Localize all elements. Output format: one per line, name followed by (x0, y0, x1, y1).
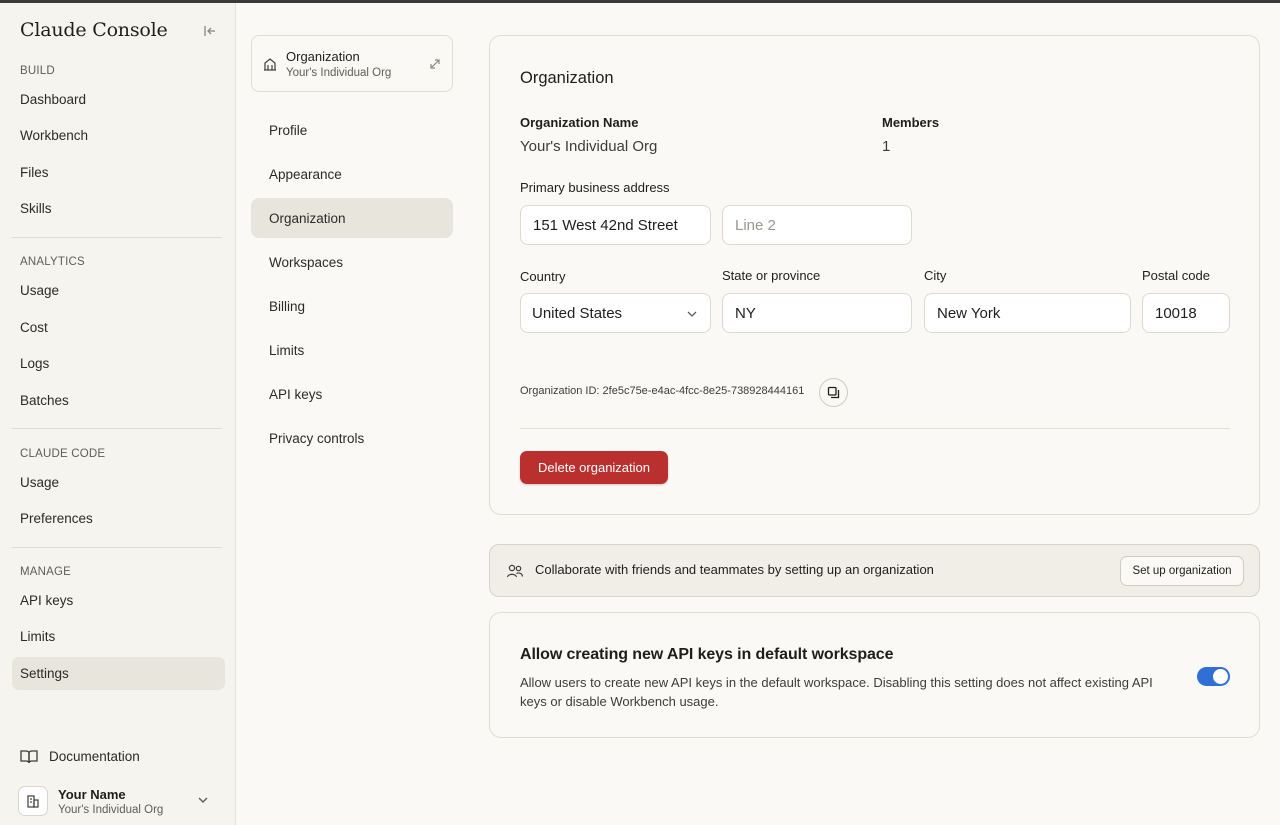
sidebar-item-workbench[interactable]: Workbench (12, 119, 225, 152)
country-select[interactable]: United States (520, 293, 711, 333)
sidebar-divider (12, 547, 222, 548)
users-icon (506, 564, 524, 578)
country-label: Country (520, 269, 566, 284)
org-switcher-subtitle: Your's Individual Org (286, 67, 392, 79)
collaborate-banner: Collaborate with friends and teammates b… (489, 544, 1260, 597)
section-label-claude-code: CLAUDE CODE (20, 448, 106, 460)
copy-icon (827, 386, 840, 399)
avatar (18, 786, 48, 816)
toggle-knob (1213, 669, 1228, 684)
user-menu[interactable]: Your Name Your's Individual Org (18, 782, 223, 820)
documentation-link[interactable]: Documentation (20, 745, 140, 767)
org-name-label: Organization Name (520, 115, 639, 130)
country-select-value: United States (532, 304, 623, 322)
organization-id: Organization ID: 2fe5c75e-e4ac-4fcc-8e25… (520, 385, 805, 397)
setup-organization-button[interactable]: Set up organization (1120, 556, 1244, 586)
chevron-down-icon (687, 311, 697, 317)
section-label-manage: MANAGE (20, 566, 72, 578)
settings-tab-profile[interactable]: Profile (251, 110, 453, 150)
org-switcher-title: Organization (286, 49, 360, 64)
building-icon (27, 795, 39, 808)
state-input[interactable] (722, 293, 912, 333)
documentation-label: Documentation (49, 748, 140, 764)
section-label-analytics: ANALYTICS (20, 256, 85, 268)
sidebar-item-cost[interactable]: Cost (12, 311, 225, 344)
members-value: 1 (882, 138, 891, 155)
sidebar-item-settings[interactable]: Settings (12, 657, 225, 690)
user-name: Your Name (58, 786, 126, 802)
state-label: State or province (722, 268, 821, 283)
sidebar-item-limits[interactable]: Limits (12, 620, 225, 653)
address-label: Primary business address (520, 180, 670, 195)
sidebar-item-api-keys[interactable]: API keys (12, 584, 225, 617)
settings-tab-privacy-controls[interactable]: Privacy controls (251, 418, 453, 458)
settings-tab-appearance[interactable]: Appearance (251, 154, 453, 194)
collapse-sidebar-icon[interactable] (203, 24, 217, 38)
api-keys-setting-card: Allow creating new API keys in default w… (489, 612, 1260, 738)
settings-tab-limits[interactable]: Limits (251, 330, 453, 370)
sidebar: Claude Console BUILD Dashboard Workbench… (0, 3, 236, 825)
api-setting-title: Allow creating new API keys in default w… (520, 646, 894, 663)
address-line2-input[interactable] (722, 205, 912, 245)
city-label: City (924, 268, 947, 283)
book-icon (20, 749, 38, 763)
api-setting-description: Allow users to create new API keys in th… (520, 675, 1153, 709)
city-input[interactable] (924, 293, 1131, 333)
banner-text: Collaborate with friends and teammates b… (535, 562, 934, 577)
sidebar-item-files[interactable]: Files (12, 156, 225, 189)
settings-tab-billing[interactable]: Billing (251, 286, 453, 326)
org-name-value: Your's Individual Org (520, 138, 658, 155)
sidebar-item-usage[interactable]: Usage (12, 274, 225, 307)
organization-card: Organization Organization Name Your's In… (489, 35, 1260, 515)
settings-tab-api-keys[interactable]: API keys (251, 374, 453, 414)
allow-api-keys-toggle[interactable] (1197, 667, 1230, 686)
address-line1-input[interactable] (520, 205, 711, 245)
postal-code-input[interactable] (1142, 293, 1230, 333)
org-switcher[interactable]: Organization Your's Individual Org (251, 35, 453, 92)
sidebar-item-dashboard[interactable]: Dashboard (12, 83, 225, 116)
brand-title: Claude Console (20, 19, 168, 41)
sidebar-item-batches[interactable]: Batches (12, 384, 225, 417)
section-label-build: BUILD (20, 65, 55, 77)
sidebar-divider (12, 428, 222, 429)
sidebar-item-skills[interactable]: Skills (12, 192, 225, 225)
chevron-down-icon (198, 797, 208, 803)
expand-icon (430, 59, 440, 69)
card-divider (520, 428, 1230, 429)
user-org: Your's Individual Org (58, 803, 164, 816)
settings-tab-organization[interactable]: Organization (251, 198, 453, 238)
postal-code-label: Postal code (1142, 268, 1210, 283)
sidebar-item-preferences[interactable]: Preferences (12, 502, 225, 535)
sidebar-item-claude-code-usage[interactable]: Usage (12, 466, 225, 499)
copy-org-id-button[interactable] (819, 378, 848, 407)
card-title: Organization (520, 69, 614, 87)
delete-organization-button[interactable]: Delete organization (520, 451, 668, 484)
members-label: Members (882, 115, 940, 130)
settings-tab-workspaces[interactable]: Workspaces (251, 242, 453, 282)
building-icon (264, 58, 276, 71)
sidebar-divider (12, 237, 222, 238)
sidebar-item-logs[interactable]: Logs (12, 347, 225, 380)
